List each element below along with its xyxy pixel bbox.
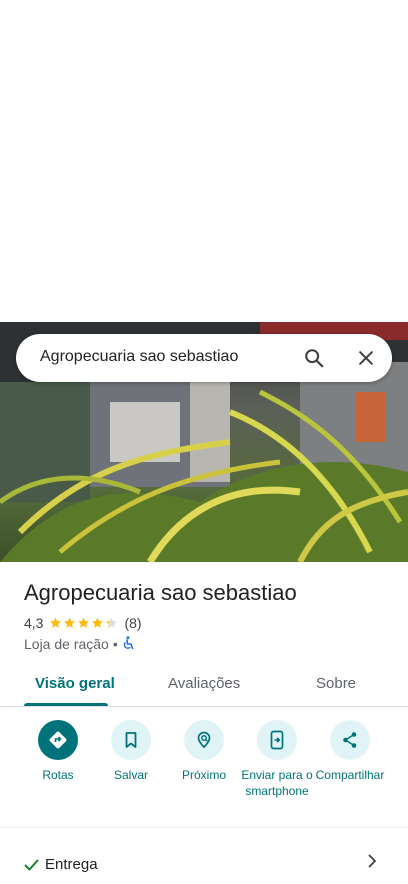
tab-about[interactable]: Sobre	[316, 675, 356, 692]
tab-bar: Visão geral Avaliações Sobre	[0, 664, 408, 707]
rating-stars	[49, 617, 119, 629]
star-icon	[64, 617, 76, 628]
directions-label: Rotas	[42, 768, 74, 782]
nearby-button[interactable]: Próximo	[164, 720, 244, 783]
save-label: Salvar	[113, 768, 148, 782]
rating-row[interactable]: 4,3 (8)	[24, 615, 142, 631]
tab-reviews[interactable]: Avaliações	[168, 675, 240, 692]
place-category: Loja de ração	[24, 636, 109, 652]
wheelchair-icon	[122, 635, 135, 653]
directions-button[interactable]: Rotas	[18, 720, 98, 783]
share-icon	[330, 720, 370, 760]
search-icon[interactable]	[302, 346, 326, 370]
directions-icon	[38, 720, 78, 760]
star-icon	[78, 617, 90, 628]
star-icon	[106, 617, 118, 628]
save-button[interactable]: Salvar	[91, 720, 171, 783]
chevron-right-icon[interactable]	[364, 853, 380, 869]
close-icon[interactable]	[354, 346, 378, 370]
send-to-phone-label: Enviar para o smartphone	[241, 768, 313, 798]
check-icon	[24, 859, 39, 871]
search-bar[interactable]: Agropecuaria sao sebastiao	[16, 334, 392, 382]
search-query[interactable]: Agropecuaria sao sebastiao	[40, 348, 238, 366]
bookmark-icon	[111, 720, 151, 760]
share-label: Compartilhar	[315, 768, 385, 782]
service-delivery[interactable]: Entrega	[24, 856, 98, 873]
star-icon	[50, 617, 62, 628]
nearby-icon	[184, 720, 224, 760]
category-row: Loja de ração •	[24, 635, 135, 653]
section-divider	[0, 827, 408, 828]
map-area[interactable]	[0, 0, 408, 322]
service-label: Entrega	[45, 856, 98, 873]
action-row: Rotas Salvar Próximo Enviar para o smart…	[0, 720, 408, 820]
tab-overview[interactable]: Visão geral	[35, 675, 115, 692]
place-title: Agropecuaria sao sebastiao	[24, 580, 297, 605]
separator: •	[112, 636, 118, 652]
active-tab-indicator	[24, 703, 108, 706]
rating-value: 4,3	[24, 615, 44, 631]
send-to-phone-icon	[257, 720, 297, 760]
nearby-label: Próximo	[181, 768, 226, 782]
star-icon	[92, 617, 104, 628]
review-count[interactable]: (8)	[124, 615, 141, 631]
share-button[interactable]: Compartilhar	[310, 720, 390, 783]
send-to-phone-button[interactable]: Enviar para o smartphone	[237, 720, 317, 799]
